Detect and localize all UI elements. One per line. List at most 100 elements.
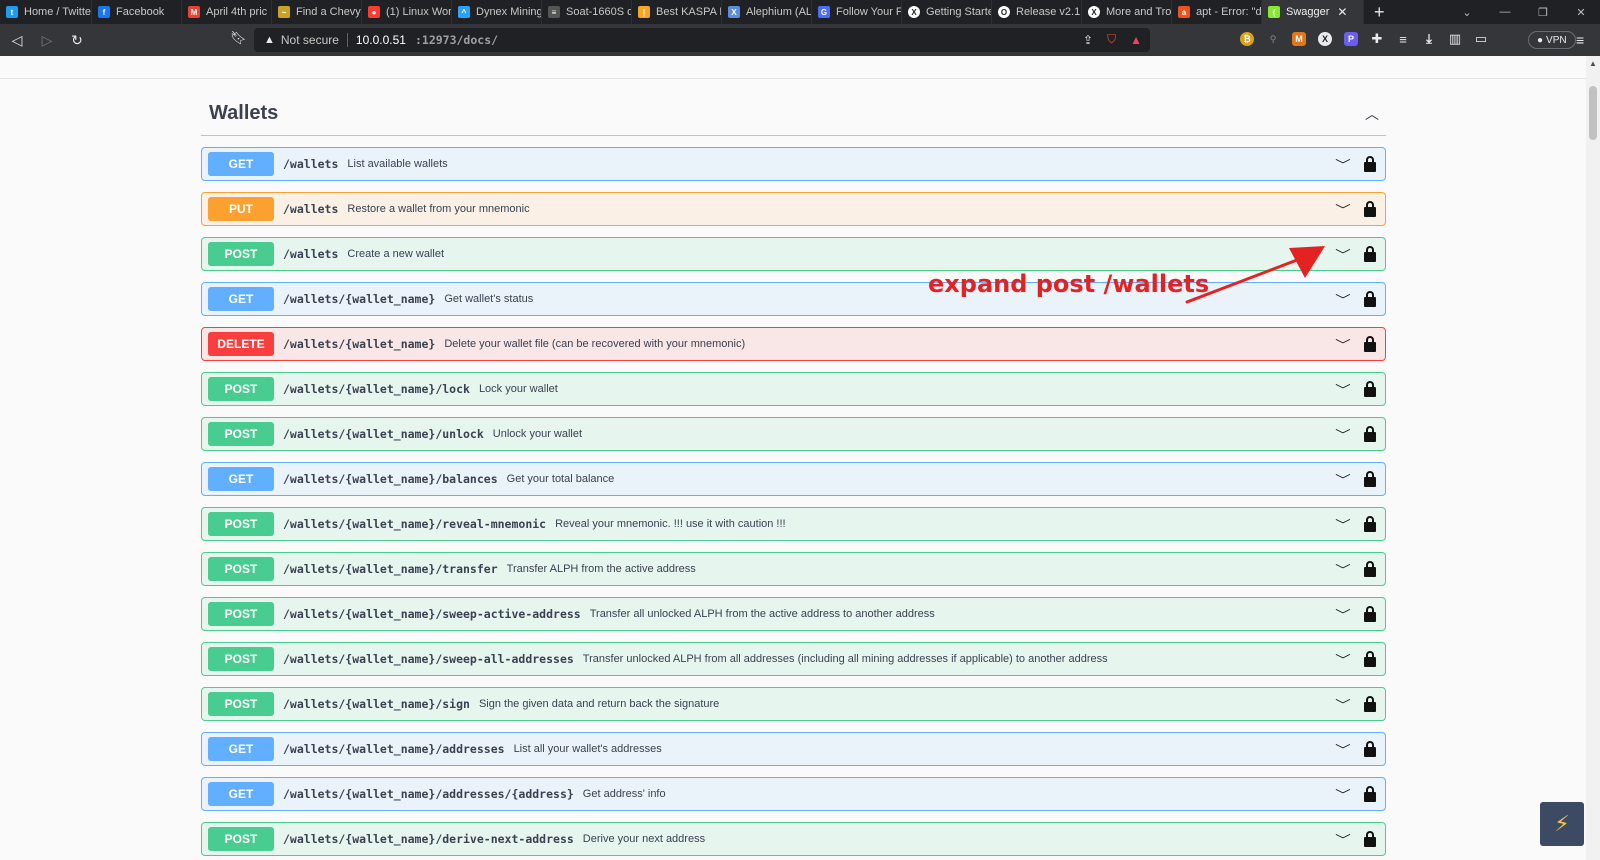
menu-icon[interactable]: ≡ [1576, 32, 1584, 48]
lock-icon[interactable] [1363, 200, 1377, 218]
method-badge[interactable]: DELETE [208, 332, 274, 356]
chevron-down-icon[interactable]: ﹀ [1333, 606, 1354, 623]
operation-row[interactable]: DELETE/wallets/{wallet_name} Delete your … [201, 327, 1386, 361]
method-badge[interactable]: POST [208, 647, 274, 671]
scroll-thumb[interactable] [1589, 86, 1597, 140]
method-badge[interactable]: GET [208, 737, 274, 761]
method-badge[interactable]: POST [208, 602, 274, 626]
warning-icon[interactable]: ▲ [264, 34, 275, 46]
reading-list-icon[interactable]: ≡ [1396, 32, 1410, 47]
browser-tab[interactable]: O Release v2.1. [992, 0, 1082, 24]
browser-tab[interactable]: M April 4th pric [182, 0, 272, 24]
restore-icon[interactable]: ❐ [1524, 0, 1562, 24]
lock-icon[interactable] [1363, 605, 1377, 623]
back-icon[interactable]: ◁ [4, 27, 30, 53]
bookmark-icon[interactable]: 🔖︎ [230, 30, 247, 46]
operation-row[interactable]: POST/wallets/{wallet_name}/transfer Trans… [201, 552, 1386, 586]
operation-path[interactable]: /wallets/{wallet_name}/balances [283, 472, 498, 486]
lock-icon[interactable] [1363, 245, 1377, 263]
operation-row[interactable]: POST/wallets/{wallet_name}/sweep-active-… [201, 597, 1386, 631]
tab-close-icon[interactable]: ✕ [1337, 5, 1347, 19]
new-tab-button[interactable]: + [1364, 0, 1395, 24]
section-header[interactable]: Wallets ︿ [201, 92, 1386, 136]
browser-tab[interactable]: X Getting Starte [902, 0, 992, 24]
chevron-down-icon[interactable]: ﹀ [1333, 156, 1354, 173]
operation-row[interactable]: POST/wallets/{wallet_name}/lock Lock your… [201, 372, 1386, 406]
lock-icon[interactable] [1363, 515, 1377, 533]
lock-icon[interactable] [1363, 290, 1377, 308]
browser-tab[interactable]: X Alephium (AL [722, 0, 812, 24]
brave-shields-icon[interactable]: ⛉ [1107, 32, 1116, 47]
browser-tab[interactable]: f Facebook [92, 0, 182, 24]
operation-path[interactable]: /wallets/{wallet_name} [283, 337, 435, 351]
lock-icon[interactable] [1363, 560, 1377, 578]
chevron-down-icon[interactable]: ﹀ [1333, 336, 1354, 353]
wallet-extension-icon[interactable]: P [1344, 32, 1358, 46]
browser-tab[interactable]: ● (1) Linux Worl [362, 0, 452, 24]
lock-icon[interactable] [1363, 650, 1377, 668]
operation-path[interactable]: /wallets/{wallet_name}/sweep-active-addr… [283, 607, 581, 621]
chevron-down-icon[interactable]: ﹀ [1333, 246, 1354, 263]
chevron-down-icon[interactable]: ﹀ [1333, 291, 1354, 308]
method-badge[interactable]: POST [208, 827, 274, 851]
browser-tab[interactable]: ≡ Soat-1660S d [542, 0, 632, 24]
alephium-extension-icon[interactable]: X [1318, 32, 1332, 46]
lock-icon[interactable] [1363, 155, 1377, 173]
browser-tab[interactable]: a apt - Error: "d [1172, 0, 1262, 24]
chevron-up-icon[interactable]: ︿ [1362, 104, 1382, 124]
reload-icon[interactable]: ↻ [64, 27, 90, 53]
operation-row[interactable]: GET/wallets/{wallet_name}/addresses/{add… [201, 777, 1386, 811]
operation-row[interactable]: POST/wallets/{wallet_name}/derive-next-a… [201, 822, 1386, 856]
chevron-down-icon[interactable]: ﹀ [1333, 426, 1354, 443]
browser-tab[interactable]: ^ Dynex Mining [452, 0, 542, 24]
method-badge[interactable]: GET [208, 467, 274, 491]
operation-row[interactable]: GET/wallets/{wallet_name}/addresses List … [201, 732, 1386, 766]
lock-icon[interactable] [1363, 470, 1377, 488]
method-badge[interactable]: GET [208, 287, 274, 311]
operation-row[interactable]: PUT/wallets Restore a wallet from your mn… [201, 192, 1386, 226]
scroll-up-icon[interactable]: ▲ [1589, 59, 1597, 68]
coin-extension-icon[interactable]: ₿ [1240, 32, 1254, 46]
vpn-button[interactable]: ● VPN [1528, 31, 1576, 49]
operation-row[interactable]: POST/wallets/{wallet_name}/reveal-mnemon… [201, 507, 1386, 541]
operation-path[interactable]: /wallets/{wallet_name}/transfer [283, 562, 498, 576]
chevron-down-icon[interactable]: ﹀ [1333, 471, 1354, 488]
sidebar-icon[interactable]: ▥ [1448, 31, 1462, 46]
operation-path[interactable]: /wallets/{wallet_name}/derive-next-addre… [283, 832, 574, 846]
chevron-down-icon[interactable]: ﹀ [1333, 831, 1354, 848]
operation-path[interactable]: /wallets [283, 247, 338, 261]
operation-path[interactable]: /wallets/{wallet_name}/addresses [283, 742, 505, 756]
operation-path[interactable]: /wallets/{wallet_name}/reveal-mnemonic [283, 517, 546, 531]
share-icon[interactable]: ⇪ [1083, 33, 1093, 47]
page-scrollbar[interactable]: ▲ [1586, 56, 1600, 860]
operation-row[interactable]: POST/wallets/{wallet_name}/unlock Unlock … [201, 417, 1386, 451]
lightning-widget-icon[interactable]: ⚡ [1540, 802, 1584, 846]
browser-tab[interactable]: t Home / Twitte [0, 0, 92, 24]
operation-path[interactable]: /wallets/{wallet_name} [283, 292, 435, 306]
method-badge[interactable]: POST [208, 692, 274, 716]
lock-icon[interactable] [1363, 380, 1377, 398]
operation-path[interactable]: /wallets [283, 157, 338, 171]
browser-tab[interactable]: G Follow Your F [812, 0, 902, 24]
method-badge[interactable]: POST [208, 557, 274, 581]
operation-path[interactable]: /wallets/{wallet_name}/sign [283, 697, 470, 711]
operation-path[interactable]: /wallets/{wallet_name}/sweep-all-address… [283, 652, 574, 666]
browser-tab[interactable]: ~ Find a Chevy [272, 0, 362, 24]
lock-icon[interactable] [1363, 425, 1377, 443]
method-badge[interactable]: POST [208, 422, 274, 446]
browser-tab[interactable]: {Swagger ✕ [1262, 0, 1364, 24]
wallet-icon[interactable]: ▭ [1474, 31, 1488, 46]
operation-row[interactable]: POST/wallets/{wallet_name}/sign Sign the … [201, 687, 1386, 721]
close-window-icon[interactable]: ✕ [1562, 0, 1600, 24]
operation-row[interactable]: GET/wallets/{wallet_name}/balances Get yo… [201, 462, 1386, 496]
pin-icon[interactable]: ⚲ [1266, 32, 1280, 46]
lock-icon[interactable] [1363, 740, 1377, 758]
tab-search-icon[interactable]: ⌄ [1448, 0, 1486, 24]
browser-tab[interactable]: | Best KASPA K [632, 0, 722, 24]
chevron-down-icon[interactable]: ﹀ [1333, 696, 1354, 713]
operation-path[interactable]: /wallets/{wallet_name}/addresses/{addres… [283, 787, 574, 801]
lock-icon[interactable] [1363, 830, 1377, 848]
security-label[interactable]: Not secure [281, 33, 339, 47]
chevron-down-icon[interactable]: ﹀ [1333, 381, 1354, 398]
lock-icon[interactable] [1363, 785, 1377, 803]
